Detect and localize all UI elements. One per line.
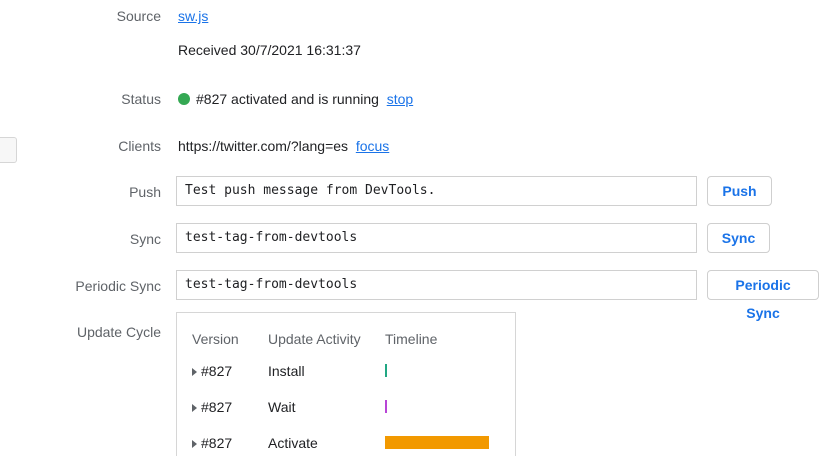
- version-column-header: Version: [192, 331, 239, 347]
- client-url: https://twitter.com/?lang=es: [178, 138, 349, 154]
- update-cycle-label: Update Cycle: [76, 324, 161, 340]
- update-cycle-row: #827 Activate: [177, 433, 515, 453]
- timeline-column-header: Timeline: [385, 331, 438, 347]
- periodic-sync-button[interactable]: Periodic Sync: [707, 270, 819, 321]
- expand-triangle-icon[interactable]: [192, 368, 197, 376]
- update-cycle-row: #827 Install: [177, 361, 515, 381]
- sync-label: Sync: [129, 231, 161, 247]
- status-text: #827 activated and is running: [196, 91, 379, 107]
- expand-triangle-icon[interactable]: [192, 404, 197, 412]
- version-cell[interactable]: #827: [192, 397, 232, 417]
- wait-timeline-bar: [385, 400, 387, 413]
- activity-cell: Activate: [268, 435, 318, 451]
- status-row: #827 activated and is running stop: [178, 89, 413, 109]
- update-cycle-row: #827 Wait: [177, 397, 515, 417]
- status-label: Status: [121, 91, 161, 107]
- sync-tag-input[interactable]: test-tag-from-devtools: [176, 223, 697, 253]
- periodic-sync-tag-input[interactable]: test-tag-from-devtools: [176, 270, 697, 300]
- expand-triangle-icon[interactable]: [192, 440, 197, 448]
- update-cycle-table: Version Update Activity Timeline #827 In…: [176, 312, 516, 456]
- status-dot-icon: [178, 93, 190, 105]
- source-label: Source: [116, 8, 161, 24]
- version-cell[interactable]: #827: [192, 361, 232, 381]
- source-file-link[interactable]: sw.js: [178, 8, 208, 24]
- version-cell[interactable]: #827: [192, 433, 232, 453]
- stop-link[interactable]: stop: [387, 91, 413, 107]
- clients-label: Clients: [118, 138, 161, 154]
- install-timeline-bar: [385, 364, 387, 377]
- service-worker-panel: Source sw.js Received 30/7/2021 16:31:37…: [0, 0, 821, 456]
- periodic-sync-label: Periodic Sync: [75, 278, 161, 294]
- clients-row: https://twitter.com/?lang=es focus: [178, 136, 389, 156]
- activity-cell: Install: [268, 363, 305, 379]
- received-timestamp: Received 30/7/2021 16:31:37: [178, 42, 361, 58]
- update-activity-column-header: Update Activity: [268, 331, 361, 347]
- sync-button[interactable]: Sync: [707, 223, 770, 253]
- activate-timeline-bar: [385, 436, 489, 449]
- push-label: Push: [129, 184, 161, 200]
- push-button[interactable]: Push: [707, 176, 772, 206]
- activity-cell: Wait: [268, 399, 296, 415]
- focus-link[interactable]: focus: [356, 138, 389, 154]
- push-message-input[interactable]: Test push message from DevTools.: [176, 176, 697, 206]
